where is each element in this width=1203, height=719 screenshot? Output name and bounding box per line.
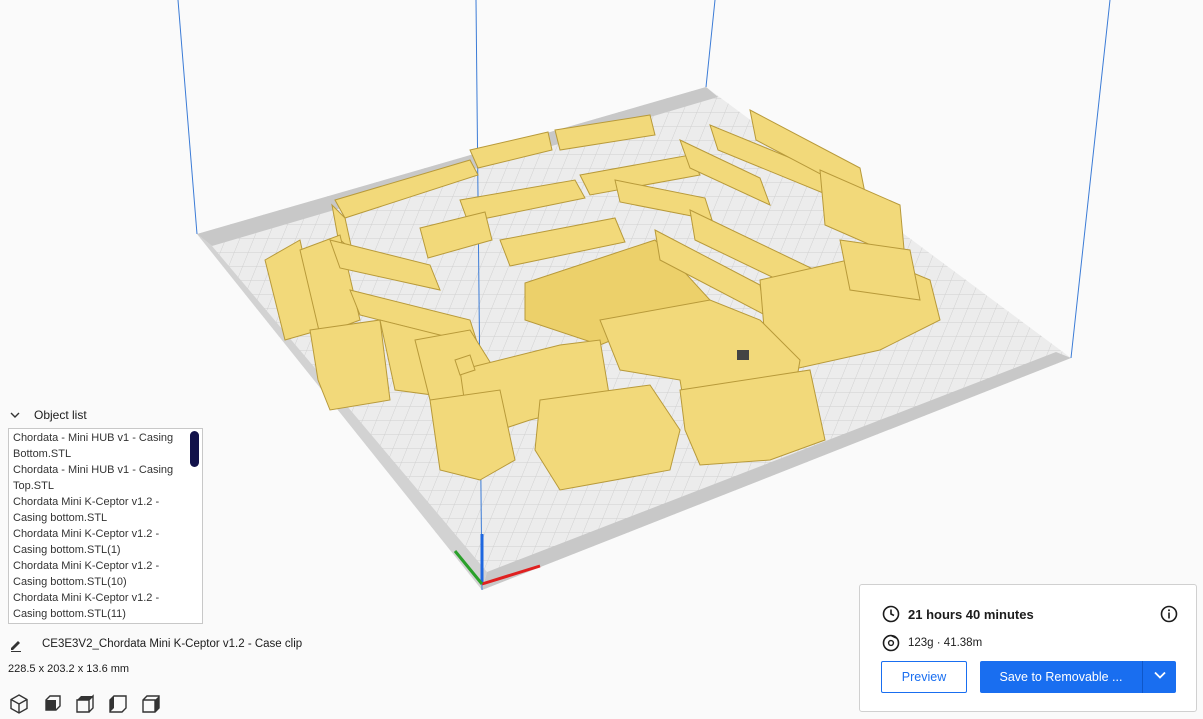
spool-icon xyxy=(882,634,900,652)
camera-view-toolbar xyxy=(8,693,162,715)
preview-button[interactable]: Preview xyxy=(881,661,967,693)
chevron-down-icon xyxy=(8,408,22,422)
edit-pencil-icon[interactable] xyxy=(8,636,24,652)
list-item[interactable]: Chordata Mini K-Ceptor v1.2 - Casing bot… xyxy=(13,526,188,558)
chevron-down-icon xyxy=(1153,668,1167,687)
scrollbar-thumb[interactable] xyxy=(190,431,199,467)
print-time: 21 hours 40 minutes xyxy=(908,606,1034,622)
list-item[interactable]: Chordata Mini K-Ceptor v1.2 - Casing bot… xyxy=(13,494,188,526)
save-button-group: Save to Removable ... xyxy=(980,661,1176,693)
clock-icon xyxy=(882,605,900,623)
list-item[interactable]: Chordata - Mini HUB v1 - Casing Top.STL xyxy=(13,462,188,494)
material-usage: 123g · 41.38m xyxy=(908,637,983,649)
info-icon[interactable] xyxy=(1160,605,1178,623)
print-info-panel: 21 hours 40 minutes 123g · 41.38m Previe… xyxy=(859,584,1197,712)
object-list-label: Object list xyxy=(34,408,87,422)
3d-view-icon[interactable] xyxy=(8,693,30,715)
list-item[interactable]: Chordata Mini K-Ceptor v1.2 - Casing bot… xyxy=(13,558,188,590)
front-view-icon[interactable] xyxy=(41,693,63,715)
save-options-dropdown[interactable] xyxy=(1142,661,1176,693)
list-item[interactable]: Chordata - Mini HUB v1 - Casing Bottom.S… xyxy=(13,430,188,462)
object-list-toggle[interactable]: Object list xyxy=(8,408,87,422)
right-view-icon[interactable] xyxy=(140,693,162,715)
left-view-icon[interactable] xyxy=(107,693,129,715)
object-list[interactable]: Chordata - Mini HUB v1 - Casing Bottom.S… xyxy=(8,428,203,624)
list-item[interactable]: Chordata Mini K-Ceptor v1.2 - Casing bot… xyxy=(13,590,188,622)
selected-object-name: CE3E3V2_Chordata Mini K-Ceptor v1.2 - Ca… xyxy=(42,638,303,650)
save-to-removable-button[interactable]: Save to Removable ... xyxy=(980,661,1142,693)
object-dimensions: 228.5 x 203.2 x 13.6 mm xyxy=(8,663,130,675)
top-view-icon[interactable] xyxy=(74,693,96,715)
selected-object: CE3E3V2_Chordata Mini K-Ceptor v1.2 - Ca… xyxy=(8,636,302,652)
